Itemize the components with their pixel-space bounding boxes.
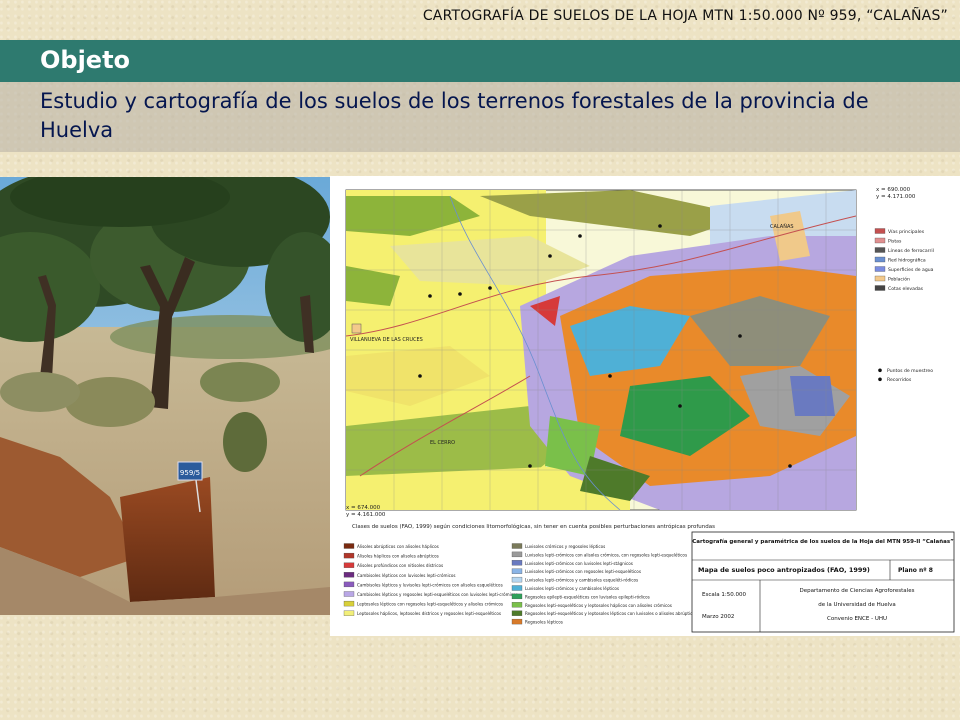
soil-class-item: Regosoles epilepti-esqueléticos con luvi…: [525, 594, 650, 599]
soil-class-item-swatch: [511, 551, 523, 558]
soil-class-item: Regosoles lepti-esqueléticos y leptosole…: [525, 603, 672, 608]
map-scale: Escala 1:50.000: [702, 592, 746, 598]
map-area: VILLANUEVA DE LAS CRUCES CALAÑAS EL CERR…: [345, 189, 857, 511]
soil-class-item-swatch: [343, 591, 355, 597]
soil-map-figure: VILLANUEVA DE LAS CRUCES CALAÑAS EL CERR…: [330, 176, 960, 636]
map-title: Cartografía general y paramétrica de los…: [692, 538, 954, 545]
soil-class-item-swatch: [343, 543, 355, 549]
map-legend-item: Líneas de ferrocarril: [888, 247, 934, 254]
map-coordinate: x = 690.000: [876, 187, 911, 193]
soil-class-item-swatch: [511, 576, 523, 583]
soil-class-item-swatch: [343, 600, 355, 607]
map-legend-item-swatch: [874, 228, 886, 234]
soil-class-item: Cambisoles lépticos y regosoles lepti-es…: [357, 592, 518, 597]
soil-class-item: Leptosoles háplicos, leptosoles dístrico…: [357, 611, 501, 616]
map-legend-item: Pistas: [888, 239, 902, 245]
map-legend-item-swatch: [874, 237, 886, 244]
soil-class-item-swatch: [343, 610, 355, 616]
soil-class-item: Luvisoles lepti-crómicos y cambisoles es…: [525, 578, 638, 583]
place-label: CALAÑAS: [770, 223, 794, 230]
document-header-caption: CARTOGRAFÍA DE SUELOS DE LA HOJA MTN 1:5…: [422, 8, 948, 24]
soil-class-item: Alisoles profúndicos con nitisoles dístr…: [357, 563, 443, 568]
sample-point-symbol: [878, 377, 882, 382]
map-legend-item: Cotas elevadas: [888, 286, 924, 292]
soil-class-item-swatch: [343, 552, 355, 559]
soil-legend-heading: Clases de suelos (FAO, 1999) según condi…: [352, 523, 715, 530]
map-legend-item: Superficies de agua: [888, 267, 934, 273]
plan-number: Plano nº 8: [898, 567, 933, 574]
agreement: Convenio ENCE - UHU: [827, 616, 887, 622]
soil-class-item-swatch: [511, 602, 523, 608]
map-name: Mapa de suelos poco antropizados (FAO, 1…: [698, 566, 870, 574]
soil-class-item-swatch: [511, 560, 523, 566]
field-photo: 959/5: [0, 177, 330, 615]
soil-class-item-swatch: [511, 543, 523, 549]
soil-class-item: Luvisoles lepti-crómicos y cambisoles lé…: [525, 586, 619, 591]
soil-class-item-swatch: [511, 585, 523, 591]
section-title: Objeto: [40, 46, 131, 74]
soil-class-item: Luvisoles lepti-crómicos con luvisoles l…: [525, 561, 633, 566]
map-coordinate: y = 4.171.000: [876, 194, 916, 200]
soil-class-item: Regosoles lépticos: [525, 620, 563, 625]
soil-class-item-swatch: [511, 610, 523, 616]
sample-point-symbol: [878, 368, 882, 373]
map-title-block: Cartografía general y paramétrica de los…: [691, 531, 955, 633]
place-label: VILLANUEVA DE LAS CRUCES: [350, 337, 423, 343]
soil-class-item: Alisoles háplicos con alisoles abrúptico…: [357, 554, 439, 559]
soil-class-item-swatch: [511, 618, 523, 625]
soil-class-item: Luvisoles crómicos y regosoles lépticos: [525, 544, 605, 549]
map-legend-item-swatch: [874, 275, 886, 282]
map-legend-item: Red hidrográfica: [888, 257, 926, 264]
soil-class-item-swatch: [343, 572, 355, 578]
map-legend-item: Población: [888, 276, 910, 283]
map-legend-item-swatch: [874, 266, 886, 272]
soil-class-item-swatch: [511, 593, 523, 600]
soil-class-item: Alisoles abrúpticos con alisoles háplico…: [357, 544, 439, 549]
map-coordinate: x = 674.000: [346, 505, 381, 511]
soil-class-item: Leptosoles lépticos con regosoles lepti-…: [357, 602, 503, 607]
soil-class-item: Regosoles lepti-esqueléticos y leptosole…: [525, 611, 697, 616]
title-bar: Objeto: [0, 40, 960, 82]
university: de la Universidad de Huelva: [818, 602, 896, 608]
soil-class-item: Cambisoles lépticos y luvisoles lepti-cr…: [357, 582, 503, 587]
soil-pit-label: 959/5: [180, 469, 200, 477]
map-legend-item-swatch: [874, 247, 886, 253]
description-text: Estudio y cartografía de los suelos de l…: [40, 89, 869, 142]
map-date: Marzo 2002: [702, 614, 734, 620]
place-label: EL CERRO: [430, 440, 455, 446]
map-legend-item-swatch: [874, 256, 886, 263]
soil-class-item-swatch: [343, 562, 355, 568]
soil-class-item-swatch: [511, 568, 523, 574]
map-coordinate: y = 4.161.000: [346, 512, 386, 518]
soil-class-item-swatch: [343, 581, 355, 588]
soil-class-item: Cambisoles lépticos con luvisoles lepti-…: [357, 573, 456, 578]
map-legend-item: Recorridos: [887, 377, 912, 383]
description-band: Estudio y cartografía de los suelos de l…: [0, 82, 960, 152]
soil-class-item: Luvisoles lepti-crómicos con regosoles l…: [525, 569, 641, 574]
field-photo-image: 959/5: [0, 177, 330, 615]
map-legend-item-swatch: [874, 285, 886, 291]
department: Departamento de Ciencias Agroforestales: [800, 588, 915, 594]
soil-map-panel: VILLANUEVA DE LAS CRUCES CALAÑAS EL CERR…: [330, 176, 960, 636]
soil-class-item: Luvisoles lepti-crómicos con alisoles cr…: [525, 552, 687, 557]
map-legend-item: Vías principales: [888, 228, 925, 235]
map-legend-item: Puntos de muestreo: [887, 368, 933, 374]
